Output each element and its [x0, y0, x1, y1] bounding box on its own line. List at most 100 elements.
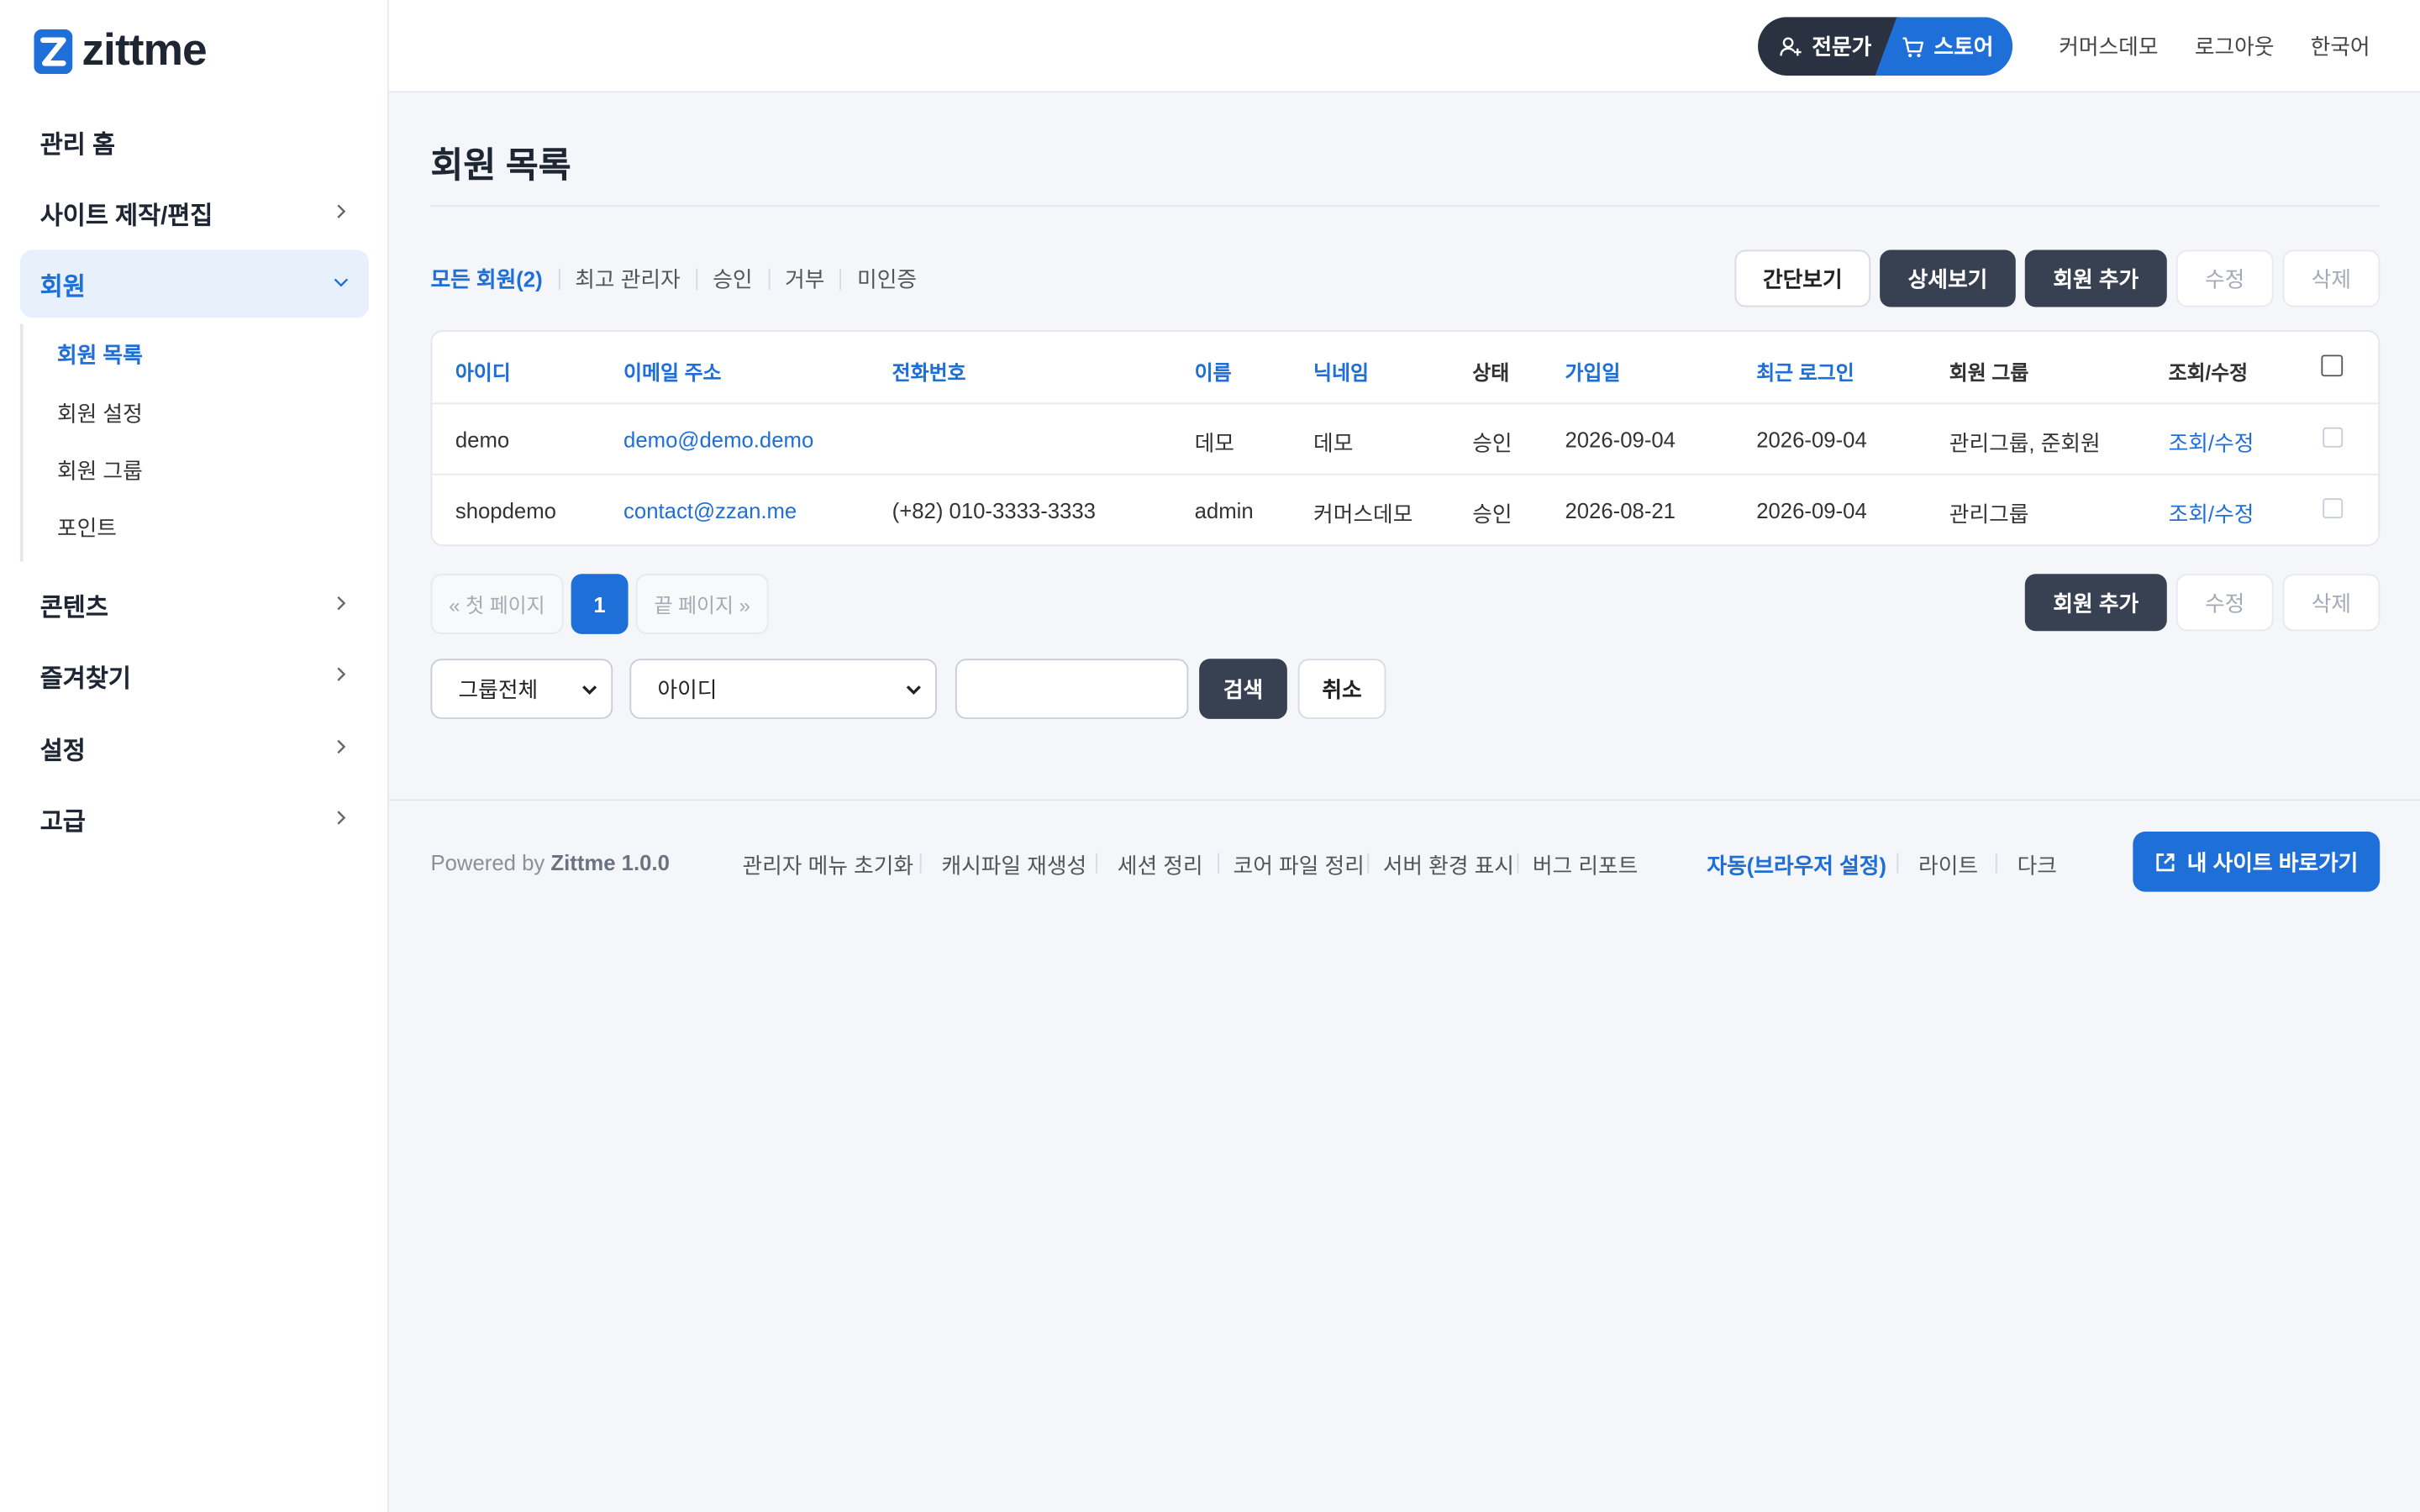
row-divider [432, 473, 2379, 475]
select-all-checkbox[interactable] [2321, 354, 2344, 377]
delete-button-bottom[interactable]: 삭제 [2282, 574, 2381, 632]
sidebar-item-contents[interactable]: 콘텐츠 [20, 571, 369, 639]
row-divider [432, 402, 2379, 405]
clean-sessions-link[interactable]: 세션 정리 [1118, 850, 1203, 881]
footer-divider-bar [919, 853, 922, 874]
filter-divider [696, 268, 697, 291]
row-checkbox[interactable] [2323, 498, 2344, 519]
top-bar: 전문가 스토어 커머스데모 로그아웃 한국어 [388, 0, 2420, 93]
search-input[interactable] [955, 659, 1189, 719]
delete-button[interactable]: 삭제 [2282, 249, 2381, 307]
cell-email-link[interactable]: contact@zzan.me [623, 498, 797, 522]
visit-my-site-button[interactable]: 내 사이트 바로가기 [2133, 832, 2381, 892]
column-header-nickname[interactable]: 닉네임 [1313, 356, 1369, 386]
theme-auto-link[interactable]: 자동(브라우저 설정) [1707, 850, 1886, 881]
member-table: 아이디 이메일 주소 전화번호 이름 닉네임 상태 가입일 최근 로그인 회원 … [430, 330, 2381, 547]
filter-divider [558, 268, 560, 291]
filter-super-admin[interactable]: 최고 관리자 [575, 264, 680, 295]
view-edit-link[interactable]: 조회/수정 [2169, 428, 2254, 459]
sidebar-item-label: 설정 [39, 738, 86, 766]
footer-divider-bar [1096, 853, 1097, 874]
sidebar-item-members[interactable]: 회원 [19, 249, 369, 318]
add-member-button[interactable]: 회원 추가 [2024, 249, 2167, 307]
visit-my-site-label: 내 사이트 바로가기 [2186, 849, 2359, 874]
member-filter-tabs: 모든 회원(2) 최고 관리자 승인 거부 미인증 [430, 264, 917, 295]
mode-switch: 전문가 스토어 [1758, 17, 2013, 76]
cancel-button[interactable]: 취소 [1297, 659, 1386, 719]
footer-divider-bar [1517, 853, 1519, 874]
sidebar-item-advanced[interactable]: 고급 [20, 785, 369, 853]
submenu-item-member-settings[interactable]: 회원 설정 [57, 398, 143, 429]
cart-icon [1902, 36, 1924, 57]
row-checkbox[interactable] [2323, 427, 2344, 448]
cell-status: 승인 [1472, 501, 1512, 527]
column-header-id[interactable]: 아이디 [455, 356, 511, 386]
chevron-down-icon [906, 685, 921, 696]
logout-link[interactable]: 로그아웃 [2195, 31, 2275, 62]
simple-view-button[interactable]: 간단보기 [1734, 249, 1871, 307]
column-header-action: 조회/수정 [2168, 360, 2249, 385]
filter-unverified[interactable]: 미인증 [857, 264, 917, 295]
server-env-link[interactable]: 서버 환경 표시 [1383, 850, 1514, 881]
members-submenu: 회원 목록 회원 설정 회원 그룹 포인트 [19, 323, 369, 562]
sidebar-item-label: 관리 홈 [39, 132, 116, 160]
filter-divider [839, 268, 842, 291]
powered-by: Powered by Zittme 1.0.0 [430, 850, 669, 874]
reset-admin-menu-link[interactable]: 관리자 메뉴 초기화 [742, 850, 913, 881]
language-link[interactable]: 한국어 [2311, 31, 2370, 62]
cell-status: 승인 [1472, 430, 1512, 455]
theme-light-link[interactable]: 라이트 [1918, 850, 1978, 881]
regenerate-cache-link[interactable]: 캐시파일 재생성 [941, 850, 1086, 881]
edit-button-bottom[interactable]: 수정 [2175, 574, 2274, 632]
chevron-right-icon [337, 667, 346, 681]
admin-page: zittme 관리 홈 사이트 제작/편집 회원 회원 목록 회원 설정 회원 … [0, 0, 2420, 1512]
detail-view-button[interactable]: 상세보기 [1880, 249, 2016, 307]
filter-all-members[interactable]: 모든 회원(2) [430, 264, 542, 295]
cell-joined: 2026-09-04 [1565, 427, 1676, 453]
group-select[interactable]: 그룹전체 [430, 659, 613, 719]
expert-mode-label: 전문가 [1812, 34, 1872, 59]
sidebar-item-favorites[interactable]: 즐겨찾기 [20, 642, 369, 710]
logo[interactable]: zittme [34, 26, 208, 76]
column-header-email[interactable]: 이메일 주소 [623, 356, 721, 386]
store-mode-button[interactable]: 스토어 [1875, 17, 2013, 76]
filter-rejected[interactable]: 거부 [785, 264, 824, 295]
column-header-joined[interactable]: 가입일 [1565, 356, 1620, 386]
bug-report-link[interactable]: 버그 리포트 [1533, 850, 1638, 881]
submenu-item-member-list[interactable]: 회원 목록 [57, 339, 143, 370]
clean-core-files-link[interactable]: 코어 파일 정리 [1234, 850, 1365, 881]
logo-text: zittme [82, 26, 207, 76]
submenu-item-member-groups[interactable]: 회원 그룹 [57, 455, 143, 486]
theme-dark-link[interactable]: 다크 [2018, 850, 2057, 881]
column-header-phone[interactable]: 전화번호 [892, 356, 966, 386]
cell-email-link[interactable]: demo@demo.demo [623, 428, 813, 452]
filter-divider [767, 268, 770, 291]
add-member-button-bottom[interactable]: 회원 추가 [2024, 574, 2167, 632]
footer-divider-bar [1218, 853, 1220, 874]
powered-by-product: Zittme 1.0.0 [550, 850, 670, 875]
cell-name: 데모 [1194, 430, 1234, 455]
search-button[interactable]: 검색 [1199, 659, 1287, 719]
commerce-demo-link[interactable]: 커머스데모 [2059, 31, 2158, 62]
cell-last-login: 2026-09-04 [1756, 427, 1867, 453]
filter-approved[interactable]: 승인 [713, 264, 752, 295]
column-header-last-login[interactable]: 최근 로그인 [1756, 356, 1854, 386]
user-plus-icon [1780, 36, 1802, 55]
search-field-select[interactable]: 아이디 [629, 659, 937, 719]
sidebar: zittme 관리 홈 사이트 제작/편집 회원 회원 목록 회원 설정 회원 … [0, 0, 389, 1512]
sidebar-item-settings[interactable]: 설정 [20, 714, 369, 782]
edit-button[interactable]: 수정 [2175, 249, 2274, 307]
submenu-item-points[interactable]: 포인트 [57, 512, 117, 543]
current-page-button[interactable]: 1 [571, 574, 629, 634]
sidebar-item-label: 콘텐츠 [39, 595, 108, 622]
sidebar-item-label: 고급 [39, 810, 86, 837]
cell-id: demo [455, 427, 510, 453]
column-header-name[interactable]: 이름 [1195, 356, 1232, 386]
last-page-button[interactable]: 끝 페이지 » [635, 574, 769, 634]
sidebar-item-site-build[interactable]: 사이트 제작/편집 [20, 179, 369, 247]
sidebar-item-admin-home[interactable]: 관리 홈 [20, 108, 369, 176]
view-edit-link[interactable]: 조회/수정 [2169, 498, 2254, 529]
first-page-button[interactable]: « 첫 페이지 [430, 574, 564, 634]
cell-name: admin [1194, 498, 1254, 523]
chevron-right-icon [337, 204, 346, 218]
